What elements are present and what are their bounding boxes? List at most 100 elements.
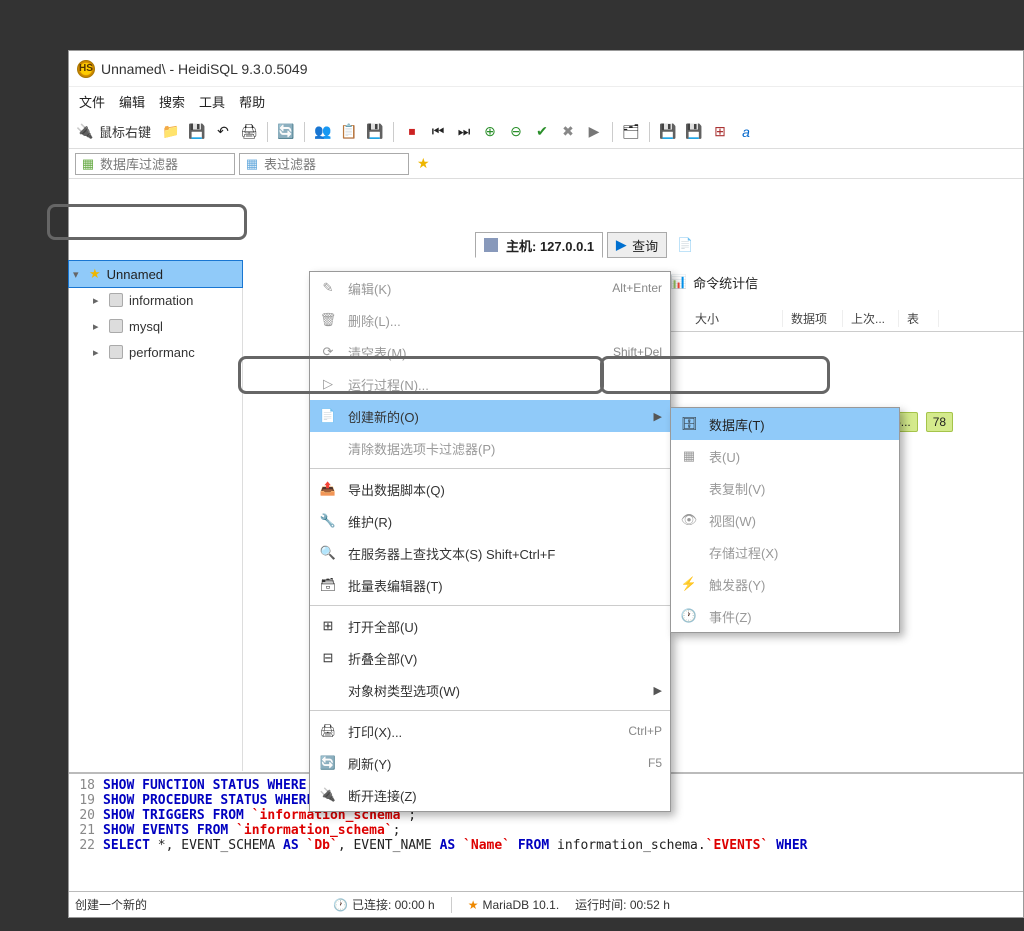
sm-table-label: 表(U)	[709, 447, 740, 466]
expand-icon[interactable]: ▸	[93, 320, 103, 333]
disk-icon[interactable]: 💾	[658, 122, 678, 142]
user-icon[interactable]: 👥	[313, 122, 333, 142]
line-number: 20	[75, 808, 95, 823]
cm-refresh-label: 刷新(Y)	[348, 754, 638, 773]
status-runtime-label: 运行时间: 00:52 h	[575, 896, 670, 913]
expand-icon[interactable]: ▸	[93, 346, 103, 359]
filter-toolbar-icon[interactable]: 🗂	[621, 122, 641, 142]
sm-database[interactable]: 🗄数据库(T)	[671, 408, 899, 440]
create-icon: 📄	[318, 408, 338, 424]
tree-db-mysql[interactable]: ▸ mysql	[69, 313, 242, 339]
tree-db-performance-schema[interactable]: ▸ performanc	[69, 339, 242, 365]
cm-export[interactable]: 📤导出数据脚本(Q)	[310, 473, 670, 505]
cancel-icon[interactable]: ✖	[558, 122, 578, 142]
sm-trigger[interactable]: ⚡触发器(Y)	[671, 568, 899, 600]
line-number: 19	[75, 793, 95, 808]
cm-maintenance[interactable]: 🔧维护(R)	[310, 505, 670, 537]
add-icon[interactable]: ⊕	[480, 122, 500, 142]
chart-icon: 📊	[671, 274, 687, 290]
delete-icon: 🗑	[318, 312, 338, 328]
cm-disconnect[interactable]: 🔌断开连接(Z)	[310, 779, 670, 811]
db-filter-placeholder: 数据库过滤器	[100, 154, 178, 173]
menu-help[interactable]: 帮助	[239, 92, 265, 111]
menu-edit[interactable]: 编辑	[119, 92, 145, 111]
refresh-menu-icon: 🔄	[318, 755, 338, 771]
cm-empty[interactable]: ⟳清空表(M)...Shift+Del	[310, 336, 670, 368]
print-icon[interactable]: 🖨	[239, 122, 259, 142]
th-last[interactable]: 上次...	[843, 310, 899, 327]
line-number: 22	[75, 838, 95, 853]
sm-event[interactable]: 🕐事件(Z)	[671, 600, 899, 632]
connect-icon[interactable]: 🔌	[75, 122, 95, 142]
last-icon[interactable]: ⏭	[454, 122, 474, 142]
th-items[interactable]: 数据项	[783, 310, 843, 327]
sm-view[interactable]: 👁视图(W)	[671, 504, 899, 536]
tab-host[interactable]: 主机: 127.0.0.1	[475, 232, 603, 258]
cm-run[interactable]: ▷运行过程(N)...	[310, 368, 670, 400]
sm-table[interactable]: ▦ 表(U)	[671, 440, 899, 472]
refresh-icon[interactable]: 🔄	[276, 122, 296, 142]
database-icon	[109, 345, 123, 359]
status-db-label: MariaDB 10.1.	[482, 898, 559, 912]
sql-line-22: 22SELECT *, EVENT_SCHEMA AS `Db`, EVENT_…	[75, 838, 1017, 853]
tree-db-label: mysql	[129, 319, 163, 334]
export-icon: 📤	[318, 481, 338, 497]
cm-edit[interactable]: ✎编辑(K)Alt+Enter	[310, 272, 670, 304]
favorite-icon[interactable]: ★	[417, 155, 430, 172]
table-menu-icon: ▦	[679, 448, 699, 464]
save-icon[interactable]: 💾	[187, 122, 207, 142]
remove-icon[interactable]: ⊖	[506, 122, 526, 142]
th-size[interactable]: 大小	[687, 310, 783, 327]
expand-icon[interactable]: ▾	[73, 268, 83, 281]
cm-bulk-editor[interactable]: 🗃批量表编辑器(T)	[310, 569, 670, 601]
cm-delete[interactable]: 🗑删除(L)...	[310, 304, 670, 336]
cm-create[interactable]: 📄创建新的(O)▶	[310, 400, 670, 432]
stop-icon[interactable]: ⏹	[402, 122, 422, 142]
trigger-icon: ⚡	[679, 576, 699, 592]
cm-edit-shortcut: Alt+Enter	[612, 281, 662, 295]
cm-refresh[interactable]: 🔄刷新(Y)F5	[310, 747, 670, 779]
table-filter-icon: ▦	[244, 157, 260, 171]
separator	[393, 122, 394, 142]
tab-query[interactable]: ▶ 查询	[607, 232, 667, 258]
table-filter-input[interactable]: ▦ 表过滤器	[239, 153, 409, 175]
tree-root-unnamed[interactable]: ▾ ★ Unnamed	[69, 261, 242, 287]
first-icon[interactable]: ⏮	[428, 122, 448, 142]
menu-search[interactable]: 搜索	[159, 92, 185, 111]
run-icon[interactable]: ▶	[584, 122, 604, 142]
open-icon[interactable]: 📁	[161, 122, 181, 142]
undo-icon[interactable]: ↶	[213, 122, 233, 142]
format-icon[interactable]: a	[736, 122, 756, 142]
menu-file[interactable]: 文件	[79, 92, 105, 111]
tree-db-information-schema[interactable]: ▸ information	[69, 287, 242, 313]
sm-copy-table[interactable]: 表复制(V)	[671, 472, 899, 504]
clock-icon: 🕐	[333, 898, 348, 912]
cm-find-text[interactable]: 🔍在服务器上查找文本(S) Shift+Ctrl+F	[310, 537, 670, 569]
subtab-commands[interactable]: 📊命令统计信	[671, 269, 758, 295]
save-session-icon[interactable]: 💾	[365, 122, 385, 142]
cm-print[interactable]: 🖨打印(X)...Ctrl+P	[310, 715, 670, 747]
cm-tree-options[interactable]: 对象树类型选项(W)▶	[310, 674, 670, 706]
tab-add-icon[interactable]: 📄	[677, 237, 693, 253]
filter-row: ▦ 数据库过滤器 ▦ 表过滤器 ★	[69, 149, 1023, 179]
cm-clear-filter[interactable]: 清除数据选项卡过滤器(P)	[310, 432, 670, 464]
th-tables[interactable]: 表	[899, 310, 939, 327]
tab-host-label: 主机: 127.0.0.1	[506, 236, 594, 255]
status-connected: 🕐已连接: 00:00 h	[333, 896, 435, 913]
cm-collapse-all[interactable]: ⊟折叠全部(V)	[310, 642, 670, 674]
db-filter-input[interactable]: ▦ 数据库过滤器	[75, 153, 235, 175]
grid-icon[interactable]: ⊞	[710, 122, 730, 142]
menu-tools[interactable]: 工具	[199, 92, 225, 111]
mariadb-icon: ★	[468, 898, 479, 912]
cm-empty-shortcut: Shift+Del	[613, 345, 662, 359]
sm-procedure[interactable]: 存储过程(X)	[671, 536, 899, 568]
view-menu-icon: 👁	[679, 512, 699, 528]
clipboard-icon[interactable]: 📋	[339, 122, 359, 142]
window-title: Unnamed\ - HeidiSQL 9.3.0.5049	[101, 61, 308, 77]
context-menu: ✎编辑(K)Alt+Enter 🗑删除(L)... ⟳清空表(M)...Shif…	[309, 271, 671, 812]
disk2-icon[interactable]: 💾	[684, 122, 704, 142]
confirm-icon[interactable]: ✔	[532, 122, 552, 142]
cm-expand-all[interactable]: ⊞打开全部(U)	[310, 610, 670, 642]
host-icon	[484, 238, 498, 252]
expand-icon[interactable]: ▸	[93, 294, 103, 307]
